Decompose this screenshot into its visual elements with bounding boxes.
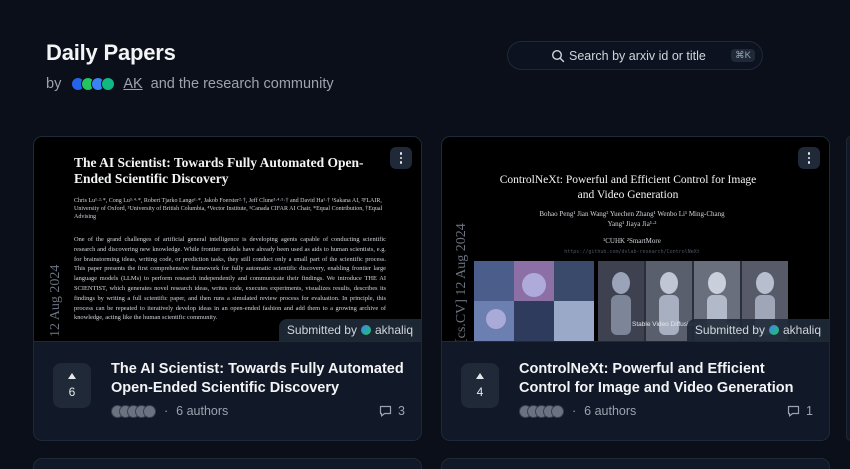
search-input[interactable]: Search by arxiv id or title ⌘K (507, 41, 763, 70)
preview-abstract: One of the grand challenges of artificia… (74, 236, 386, 322)
paper-title[interactable]: The AI Scientist: Towards Fully Automate… (111, 360, 411, 398)
paper-card[interactable]: [cs.CV] 12 Aug 2024 ControlNeXt: Powerfu… (441, 136, 830, 441)
author-count[interactable]: 6 authors (176, 404, 228, 418)
byline-avatars (71, 77, 116, 91)
arxiv-side-label: 12 Aug 2024 (48, 264, 63, 337)
author-avatars (111, 404, 156, 418)
preview-affiliations: ¹CUHK ²SmartMore (603, 237, 661, 245)
preview-title: ControlNeXt: Powerful and Efficient Cont… (499, 174, 757, 201)
comment-icon (379, 405, 392, 417)
upvote-count: 6 (68, 384, 76, 399)
preview-title: The AI Scientist: Towards Fully Automate… (74, 155, 364, 186)
comment-icon (787, 405, 800, 417)
preview-authors: Bohao Peng¹ Jian Wang² Yuechen Zhang¹ We… (539, 210, 725, 228)
paper-meta: · 6 authors 3 (111, 404, 405, 418)
paper-card[interactable]: 12 Aug 2024 The AI Scientist: Towards Fu… (33, 136, 422, 441)
submitter-avatar (360, 325, 371, 335)
page-header: Daily Papers by AK and the research comm… (46, 40, 334, 92)
preview-url: https://github.com/dvlab-research/Contro… (564, 249, 700, 255)
comments-link[interactable]: 1 (787, 404, 813, 418)
paper-thumbnail[interactable]: [cs.CV] 12 Aug 2024 ControlNeXt: Powerfu… (442, 137, 829, 342)
submitted-by: Submitted by akhaliq (686, 319, 829, 341)
byline: by AK and the research community (46, 76, 334, 92)
author-link[interactable]: AK (123, 76, 142, 92)
search-placeholder: Search by arxiv id or title (569, 48, 706, 63)
upvote-button[interactable]: 6 (53, 363, 91, 408)
upvote-button[interactable]: 4 (461, 363, 499, 408)
submitted-by-label: Submitted by (286, 323, 357, 337)
paper-card-partial[interactable] (33, 458, 422, 469)
submitted-by-label: Submitted by (694, 323, 765, 337)
submitter-name[interactable]: akhaliq (783, 323, 821, 337)
avatar (101, 77, 116, 91)
author-count[interactable]: 6 authors (584, 404, 636, 418)
byline-by: by (46, 76, 62, 92)
page-title: Daily Papers (46, 40, 176, 65)
meta-separator: · (164, 404, 169, 418)
search-icon (551, 49, 565, 63)
paper-thumbnail[interactable]: 12 Aug 2024 The AI Scientist: Towards Fu… (34, 137, 421, 342)
search-shortcut: ⌘K (731, 49, 755, 62)
paper-card-partial[interactable] (846, 136, 850, 441)
preview-figure-left (474, 261, 594, 341)
upvote-arrow-icon (476, 372, 484, 379)
meta-separator: · (572, 404, 577, 418)
comment-count: 3 (398, 404, 405, 418)
upvote-count: 4 (476, 384, 484, 399)
comments-link[interactable]: 3 (379, 404, 405, 418)
submitter-name[interactable]: akhaliq (375, 323, 413, 337)
submitter-avatar (768, 325, 779, 335)
byline-suffix: and the research community (150, 76, 334, 92)
arxiv-side-label: [cs.CV] 12 Aug 2024 (454, 223, 469, 342)
paper-title[interactable]: ControlNeXt: Powerful and Efficient Cont… (519, 360, 819, 398)
paper-meta: · 6 authors 1 (519, 404, 813, 418)
comment-count: 1 (806, 404, 813, 418)
upvote-arrow-icon (68, 372, 76, 379)
submitted-by: Submitted by akhaliq (278, 319, 421, 341)
more-options-button[interactable] (798, 147, 820, 169)
paper-card-partial[interactable] (441, 458, 830, 469)
preview-authors: Chris Lu¹·²·*, Cong Lu³·⁴·*, Robert Tjar… (74, 198, 383, 220)
author-avatars (519, 404, 564, 418)
more-options-button[interactable] (390, 147, 412, 169)
